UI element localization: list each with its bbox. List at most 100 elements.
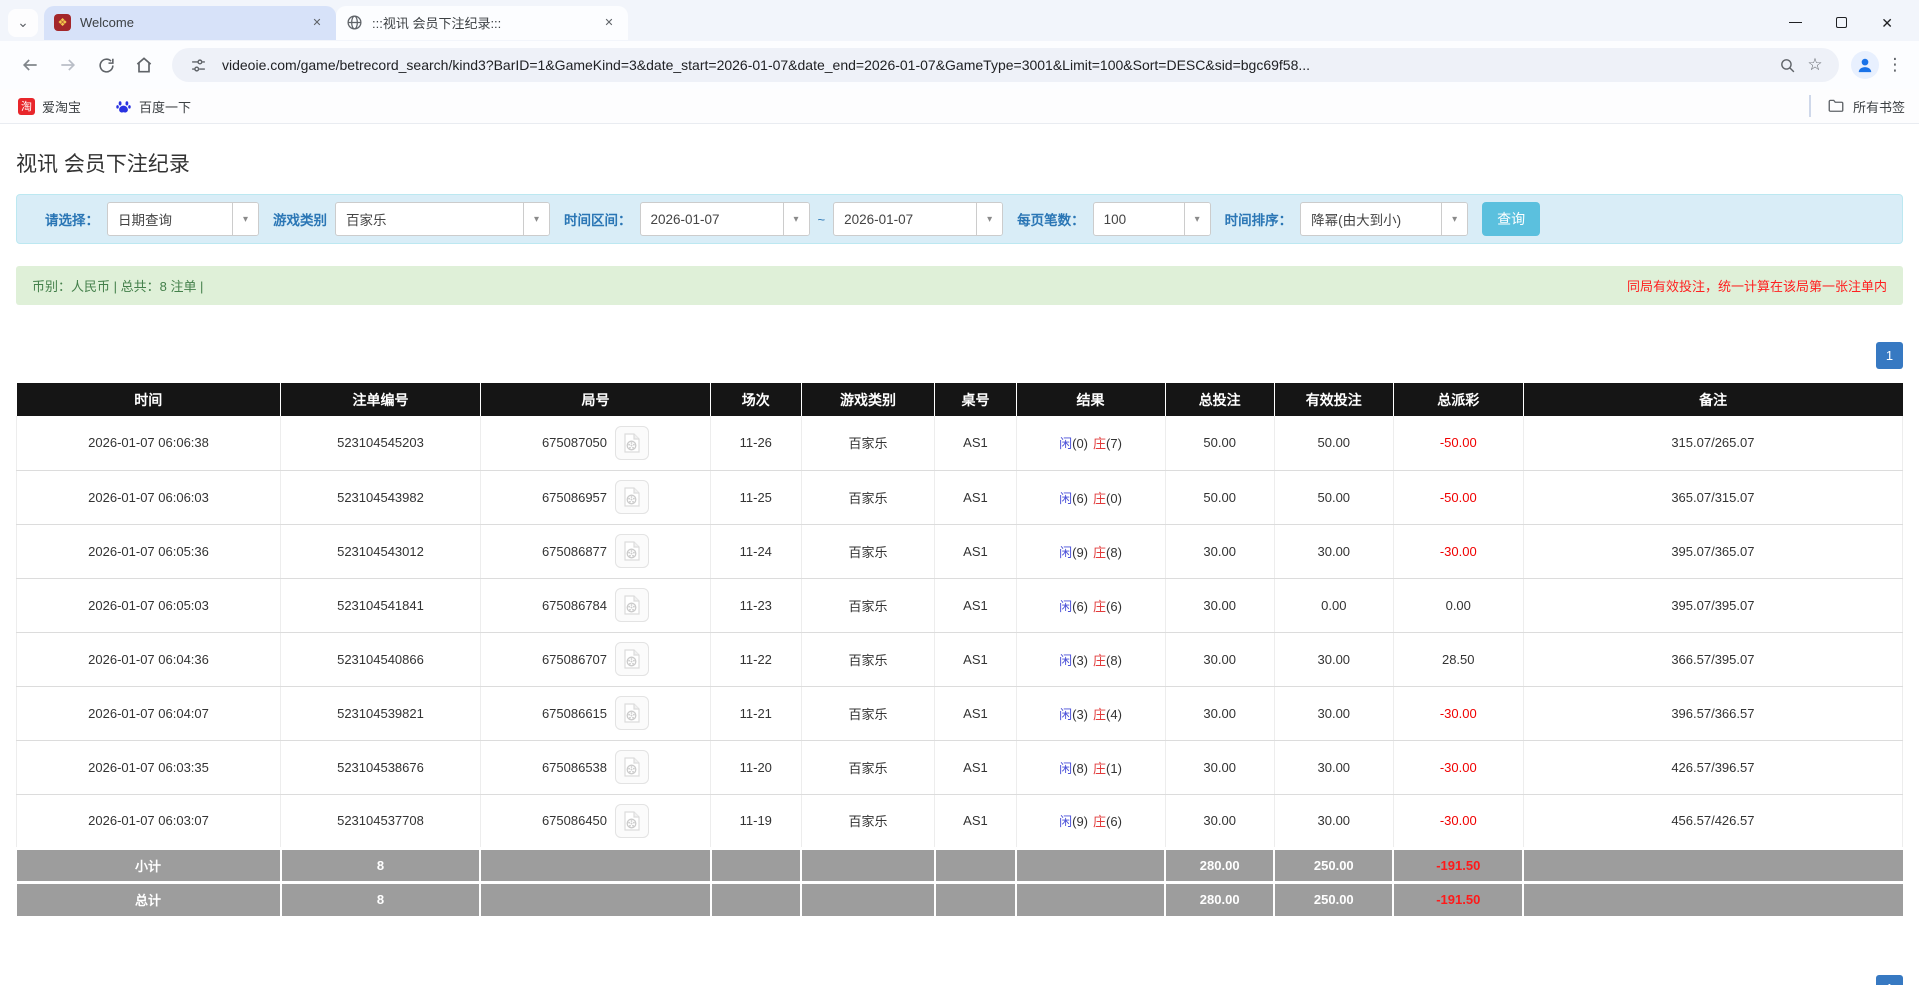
window-close-button[interactable]: ✕ [1881,16,1893,30]
result-player-score: (0) [1072,436,1088,451]
per-page-value: 100 [1094,212,1184,227]
address-bar[interactable]: videoie.com/game/betrecord_search/kind3?… [172,48,1839,82]
header-remark: 备注 [1523,383,1902,416]
video-replay-icon[interactable] [615,534,649,568]
cell-game-kind: 百家乐 [801,740,935,794]
chevron-down-icon: ▾ [232,203,258,235]
result-player-score: (6) [1072,491,1088,506]
all-bookmarks[interactable]: 所有书签 [1809,95,1905,117]
home-icon[interactable] [128,49,160,81]
date-start-select[interactable]: 2026-01-07 ▾ [640,202,810,236]
per-page-select[interactable]: 100 ▾ [1093,202,1211,236]
result-player-score: (3) [1072,653,1088,668]
video-replay-icon[interactable] [615,642,649,676]
result-player: 闲 [1059,653,1072,668]
cell-bet-id: 523104538676 [281,740,481,794]
taobao-icon: 淘 [18,98,35,115]
bookmark-baidu[interactable]: 百度一下 [111,93,195,119]
query-mode-select[interactable]: 日期查询 ▾ [107,202,259,236]
date-range-tilde: ~ [818,212,826,227]
date-end-select[interactable]: 2026-01-07 ▾ [833,202,1003,236]
cell-time: 2026-01-07 06:04:36 [17,632,281,686]
bookmark-aitaobao[interactable]: 淘 爱淘宝 [14,93,85,119]
game-kind-select[interactable]: 百家乐 ▾ [335,202,550,236]
minimize-button[interactable] [1789,22,1802,24]
result-player: 闲 [1059,545,1072,560]
subtotal-payout: -191.50 [1393,848,1523,882]
round-number: 675086707 [542,652,607,667]
video-replay-icon[interactable] [615,426,649,460]
cell-total-bet[interactable]: 30.00 [1165,524,1274,578]
cell-total-bet[interactable]: 30.00 [1165,578,1274,632]
profile-avatar[interactable] [1851,51,1879,79]
summary-bar: 币别：人民币 | 总共：8 注单 | 同局有效投注，统一计算在该局第一张注单内 [16,266,1903,305]
total-total-bet: 280.00 [1165,882,1274,916]
video-replay-icon[interactable] [615,480,649,514]
table-body: 2026-01-07 06:06:38 523104545203 6750870… [17,416,1903,848]
tab-welcome[interactable]: ❖ Welcome ✕ [44,6,336,40]
tab-betrecord[interactable]: :::视讯 会员下注纪录::: ✕ [336,6,628,40]
cell-total-bet[interactable]: 30.00 [1165,740,1274,794]
video-replay-icon[interactable] [615,588,649,622]
bookmark-star-icon[interactable]: ☆ [1801,51,1829,79]
cell-session: 11-23 [711,578,802,632]
cell-total-bet[interactable]: 50.00 [1165,470,1274,524]
cell-payout: -30.00 [1393,740,1523,794]
round-number: 675086450 [542,813,607,828]
date-end-value: 2026-01-07 [834,212,976,227]
bookmarks-bar: 淘 爱淘宝 百度一下 所有书签 [0,89,1919,124]
url-text[interactable]: videoie.com/game/betrecord_search/kind3?… [222,57,1773,73]
cell-total-bet[interactable]: 30.00 [1165,632,1274,686]
video-replay-icon[interactable] [615,750,649,784]
cell-result: 闲(6)庄(6) [1016,578,1165,632]
cell-game-kind: 百家乐 [801,470,935,524]
chevron-down-icon: ▾ [976,203,1002,235]
tab-search-chevron-icon[interactable]: ⌄ [8,9,38,37]
cell-valid-bet: 50.00 [1274,470,1393,524]
cell-payout: 28.50 [1393,632,1523,686]
cell-table: AS1 [935,686,1016,740]
table-row: 2026-01-07 06:06:38 523104545203 6750870… [17,416,1903,470]
header-valid-bet: 有效投注 [1274,383,1393,416]
site-settings-tune-icon[interactable] [184,51,212,79]
header-round: 局号 [480,383,710,416]
bookmark-label: 爱淘宝 [42,97,81,116]
cell-bet-id: 523104543012 [281,524,481,578]
cell-session: 11-26 [711,416,802,470]
cell-time: 2026-01-07 06:03:35 [17,740,281,794]
pagination-page-1-bottom[interactable]: 1 [1876,975,1903,985]
pagination-page-1-top[interactable]: 1 [1876,342,1903,369]
cell-bet-id: 523104543982 [281,470,481,524]
cell-bet-id: 523104540866 [281,632,481,686]
cell-remark: 315.07/265.07 [1523,416,1902,470]
tab-close-icon[interactable]: ✕ [308,14,326,32]
cell-game-kind: 百家乐 [801,794,935,848]
header-session: 场次 [711,383,802,416]
cell-game-kind: 百家乐 [801,686,935,740]
result-player-score: (8) [1072,761,1088,776]
cell-session: 11-20 [711,740,802,794]
query-button[interactable]: 查询 [1482,202,1540,236]
tab-close-icon[interactable]: ✕ [600,14,618,32]
maximize-button[interactable] [1836,17,1847,28]
cell-total-bet[interactable]: 50.00 [1165,416,1274,470]
cell-game-kind: 百家乐 [801,578,935,632]
window-controls: ✕ [1789,16,1911,30]
reload-icon[interactable] [90,49,122,81]
video-replay-icon[interactable] [615,696,649,730]
forward-icon[interactable] [52,49,84,81]
video-replay-icon[interactable] [615,804,649,838]
currency-total-text: 币别：人民币 | 总共：8 注单 | [32,276,203,295]
browser-menu-icon[interactable]: ⋮ [1885,55,1905,75]
result-player: 闲 [1059,491,1072,506]
result-banker-score: (4) [1106,707,1122,722]
back-icon[interactable] [14,49,46,81]
cell-total-bet[interactable]: 30.00 [1165,794,1274,848]
round-number: 675086784 [542,598,607,613]
cell-table: AS1 [935,794,1016,848]
sort-select[interactable]: 降幂(由大到小) ▾ [1300,202,1468,236]
date-start-value: 2026-01-07 [641,212,783,227]
cell-total-bet[interactable]: 30.00 [1165,686,1274,740]
zoom-icon[interactable] [1773,51,1801,79]
cell-bet-id: 523104541841 [281,578,481,632]
